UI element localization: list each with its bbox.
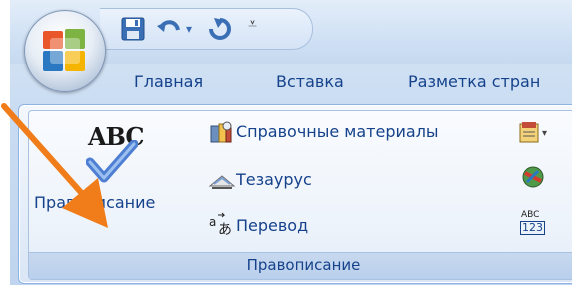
- translate-icon: a あ: [208, 212, 236, 242]
- save-icon[interactable]: [120, 16, 146, 46]
- redo-icon[interactable]: [206, 16, 234, 46]
- tab-page-layout[interactable]: Разметка стран: [408, 72, 540, 98]
- thesaurus-icon: [208, 166, 236, 196]
- word-count-letters: ABC: [521, 210, 540, 220]
- thesaurus-label: Тезаурус: [236, 170, 312, 189]
- group-label: Правописание: [246, 256, 361, 274]
- office-logo-icon: [40, 26, 90, 76]
- svg-text:あ: あ: [218, 222, 232, 238]
- svg-text:a: a: [209, 215, 216, 229]
- orange-arrow-icon: [0, 100, 140, 240]
- undo-icon[interactable]: [156, 16, 184, 46]
- translate-label: Перевод: [236, 216, 309, 235]
- svg-text:▾: ▾: [542, 128, 547, 139]
- language-icon[interactable]: [520, 164, 546, 194]
- research-dropdown-icon[interactable]: ▾: [516, 120, 556, 150]
- tab-home[interactable]: Главная: [134, 72, 203, 98]
- tab-insert[interactable]: Вставка: [276, 72, 344, 98]
- word-count-icon[interactable]: ABC 123: [519, 210, 545, 236]
- undo-dropdown-icon[interactable]: ▾: [186, 22, 192, 36]
- research-label: Справочные материалы: [236, 122, 439, 141]
- word-count-numbers: 123: [520, 221, 545, 235]
- customize-dropdown-icon[interactable]: ⩡: [248, 14, 257, 34]
- research-icon: [208, 120, 234, 150]
